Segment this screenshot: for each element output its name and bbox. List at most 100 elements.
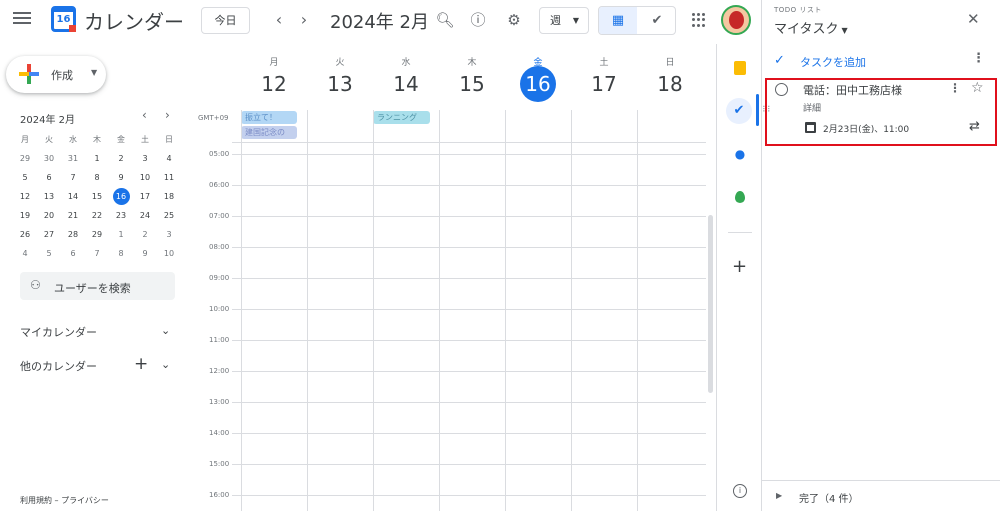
add-calendar-plus-icon[interactable]: + xyxy=(134,354,148,374)
drag-handle-icon[interactable]: ⠇⠇ xyxy=(762,105,773,114)
search-icon[interactable]: 🔍︎ xyxy=(433,8,457,32)
mini-calendar-day[interactable]: 14 xyxy=(61,187,85,206)
mini-calendar-day[interactable]: 3 xyxy=(157,225,181,244)
mini-calendar-day[interactable]: 24 xyxy=(133,206,157,225)
scrollbar[interactable] xyxy=(708,215,713,393)
next-period-button[interactable]: › xyxy=(292,8,316,32)
chevron-down-icon[interactable]: ⌄ xyxy=(161,358,170,371)
task-details-field[interactable]: 詳細 xyxy=(803,101,821,114)
mini-calendar-day[interactable]: 25 xyxy=(157,206,181,225)
people-search-field[interactable]: ⚇ ユーザーを検索 xyxy=(20,272,175,300)
mini-calendar-day[interactable]: 29 xyxy=(13,149,37,168)
close-icon[interactable]: ✕ xyxy=(967,10,980,28)
keep-icon[interactable] xyxy=(734,61,746,75)
day-header[interactable]: 水 14 xyxy=(373,55,439,99)
repeat-icon[interactable]: ⇄ xyxy=(969,119,980,134)
task-list-selector[interactable]: マイタスク ▼ xyxy=(774,18,848,37)
mini-calendar-day[interactable]: 20 xyxy=(37,206,61,225)
day-header[interactable]: 火 13 xyxy=(307,55,373,99)
mini-calendar-day[interactable]: 7 xyxy=(61,168,85,187)
main-menu-button[interactable] xyxy=(13,10,31,28)
task-title[interactable]: 電話：田中工務店様 xyxy=(803,82,902,98)
mini-calendar-day[interactable]: 15 xyxy=(85,187,109,206)
my-calendars-heading[interactable]: マイカレンダー xyxy=(20,324,97,340)
mini-calendar-day[interactable]: 27 xyxy=(37,225,61,244)
mini-calendar-day[interactable]: 6 xyxy=(61,244,85,263)
mini-calendar-day[interactable]: 4 xyxy=(157,149,181,168)
add-task-icon[interactable]: ✓ xyxy=(774,53,785,68)
day-number[interactable]: 14 xyxy=(373,69,439,99)
task-more-options-icon[interactable]: ⋮ xyxy=(949,81,961,95)
mini-calendar-day[interactable]: 7 xyxy=(85,244,109,263)
mini-calendar-day[interactable]: 21 xyxy=(61,206,85,225)
task-date-chip[interactable]: 2月23日(金)、11:00 xyxy=(823,122,909,135)
mini-calendar-day[interactable]: 28 xyxy=(61,225,85,244)
mini-calendar-day[interactable]: 5 xyxy=(13,168,37,187)
mini-calendar-previous-button[interactable]: ‹ xyxy=(142,108,147,122)
mini-calendar-day[interactable]: 13 xyxy=(37,187,61,206)
mini-calendar-day[interactable]: 17 xyxy=(133,187,157,206)
calendar-view-toggle-icon[interactable]: ▦ xyxy=(599,7,637,34)
contacts-icon[interactable]: ● xyxy=(734,148,746,160)
mini-calendar-day[interactable]: 1 xyxy=(109,225,133,244)
mini-calendar-day[interactable]: 10 xyxy=(157,244,181,263)
mini-calendar-day[interactable]: 1 xyxy=(85,149,109,168)
tasks-view-toggle-icon[interactable]: ✔ xyxy=(638,7,675,34)
maps-icon[interactable] xyxy=(735,191,745,203)
more-options-icon[interactable]: ⋮ xyxy=(972,51,985,66)
mini-calendar-day[interactable]: 23 xyxy=(109,206,133,225)
day-header[interactable]: 月 12 xyxy=(241,55,307,99)
mini-calendar-day[interactable]: 6 xyxy=(37,168,61,187)
other-calendars-heading[interactable]: 他のカレンダー xyxy=(20,358,97,374)
terms-privacy-links[interactable]: 利用規約 – プライバシー xyxy=(20,495,109,506)
mini-calendar-day[interactable]: 3 xyxy=(133,149,157,168)
mini-calendar-day[interactable]: 2 xyxy=(133,225,157,244)
day-number[interactable]: 15 xyxy=(439,69,505,99)
help-icon[interactable]: ⓘ xyxy=(466,8,490,32)
settings-gear-icon[interactable]: ⚙ xyxy=(502,8,526,32)
task-item[interactable]: 電話：田中工務店様 ⋮ ☆ ⠇⠇ 詳細 2月23日(金)、11:00 ⇄ xyxy=(762,78,997,146)
mini-calendar-next-button[interactable]: › xyxy=(165,108,170,122)
day-header[interactable]: 土 17 xyxy=(571,55,637,99)
day-number[interactable]: 13 xyxy=(307,69,373,99)
mini-calendar-day[interactable]: 9 xyxy=(109,168,133,187)
add-task-button[interactable]: タスクを追加 xyxy=(800,54,866,70)
mini-calendar-day[interactable]: 26 xyxy=(13,225,37,244)
mini-calendar-day[interactable]: 11 xyxy=(157,168,181,187)
previous-period-button[interactable]: ‹ xyxy=(267,8,291,32)
completed-section[interactable]: ▶ 完了（4 件） xyxy=(762,480,1000,511)
day-number[interactable]: 16 xyxy=(505,66,571,102)
info-icon[interactable]: i xyxy=(733,484,747,498)
mini-calendar-day[interactable]: 5 xyxy=(37,244,61,263)
mini-calendar-day[interactable]: 16 xyxy=(109,187,133,206)
mini-calendar-day[interactable]: 9 xyxy=(133,244,157,263)
mini-calendar-day[interactable]: 31 xyxy=(61,149,85,168)
mini-calendar-day[interactable]: 22 xyxy=(85,206,109,225)
mini-calendar-day[interactable]: 30 xyxy=(37,149,61,168)
view-select[interactable]: 週 ▼ xyxy=(539,7,589,34)
mini-calendar-day[interactable]: 18 xyxy=(157,187,181,206)
allday-event[interactable]: 建国記念の xyxy=(241,126,297,139)
allday-event[interactable]: 振立て！ xyxy=(241,111,297,124)
mini-calendar-day[interactable]: 8 xyxy=(109,244,133,263)
allday-event[interactable]: ランニング xyxy=(373,111,430,124)
tasks-icon[interactable]: ✔ xyxy=(726,98,752,124)
mini-calendar-day[interactable]: 29 xyxy=(85,225,109,244)
day-header[interactable]: 日 18 xyxy=(637,55,703,99)
mini-calendar-day[interactable]: 2 xyxy=(109,149,133,168)
get-addons-plus-icon[interactable]: + xyxy=(732,256,747,277)
day-number[interactable]: 17 xyxy=(571,69,637,99)
mini-calendar-day[interactable]: 12 xyxy=(13,187,37,206)
task-complete-checkbox[interactable] xyxy=(775,83,788,96)
google-apps-icon[interactable] xyxy=(692,13,706,27)
day-header[interactable]: 金 16 xyxy=(505,55,571,102)
mini-calendar-day[interactable]: 4 xyxy=(13,244,37,263)
day-number[interactable]: 12 xyxy=(241,69,307,99)
star-icon[interactable]: ☆ xyxy=(971,80,984,96)
day-header[interactable]: 木 15 xyxy=(439,55,505,99)
mini-calendar-day[interactable]: 19 xyxy=(13,206,37,225)
create-button[interactable]: 作成 ▼ xyxy=(6,56,106,93)
day-number[interactable]: 18 xyxy=(637,69,703,99)
mini-calendar-day[interactable]: 8 xyxy=(85,168,109,187)
mini-calendar-day[interactable]: 10 xyxy=(133,168,157,187)
